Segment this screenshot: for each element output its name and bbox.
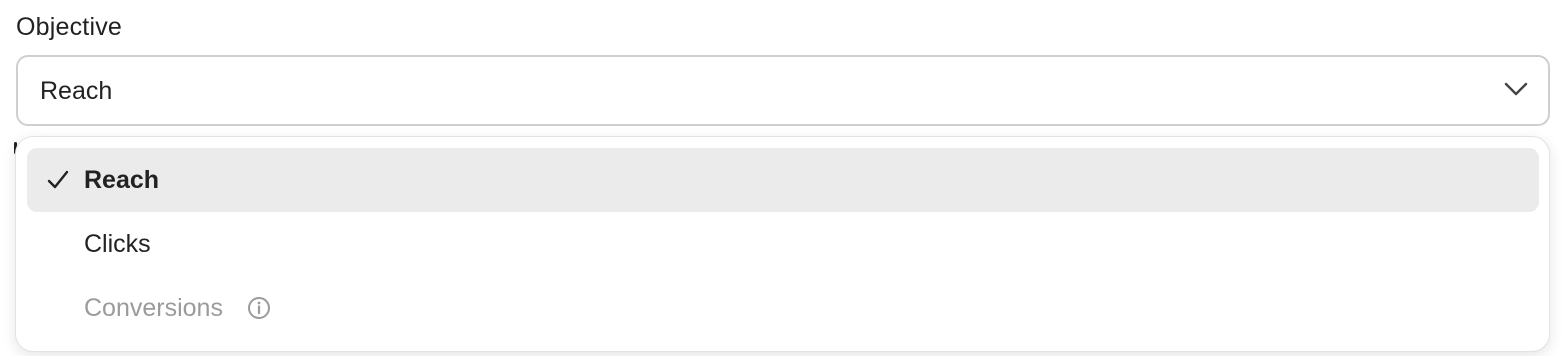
objective-dropdown-menu: Reach Clicks Conversions bbox=[15, 136, 1550, 352]
objective-label: Objective bbox=[16, 13, 123, 41]
option-clicks[interactable]: Clicks bbox=[27, 212, 1539, 276]
option-reach[interactable]: Reach bbox=[27, 148, 1539, 212]
objective-select[interactable]: Reach bbox=[16, 55, 1550, 126]
info-icon[interactable] bbox=[247, 296, 271, 320]
chevron-down-icon[interactable] bbox=[1504, 81, 1528, 97]
option-conversions: Conversions bbox=[27, 276, 1539, 340]
option-label: Reach bbox=[84, 166, 160, 194]
option-label: Conversions bbox=[84, 294, 223, 322]
objective-select-value: Reach bbox=[40, 77, 113, 105]
option-label: Clicks bbox=[84, 230, 151, 258]
check-icon bbox=[47, 170, 69, 189]
